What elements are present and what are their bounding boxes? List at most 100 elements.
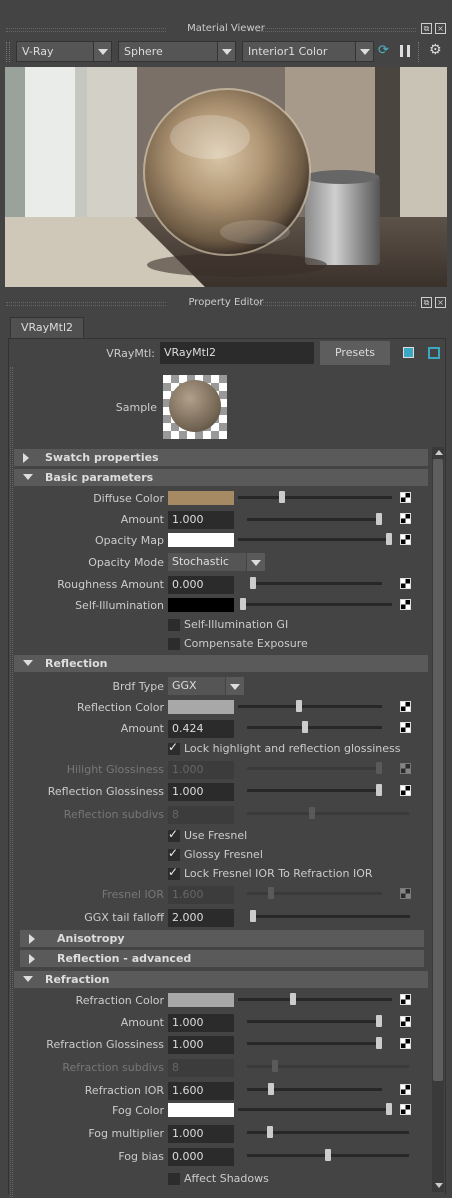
slider-thumb[interactable] bbox=[386, 1103, 392, 1115]
reflection-color-swatch[interactable] bbox=[168, 700, 234, 714]
diffuse-amount-slider-track[interactable] bbox=[247, 513, 382, 525]
slider-thumb[interactable] bbox=[376, 513, 382, 525]
slider-thumb[interactable] bbox=[386, 533, 392, 545]
diffuse-map-button[interactable] bbox=[400, 492, 411, 503]
pause-icon[interactable] bbox=[400, 45, 410, 57]
diffuse-amount-map-button[interactable] bbox=[400, 513, 411, 524]
reflection-amount-field[interactable]: 0.424 bbox=[168, 720, 234, 738]
section-anisotropy[interactable]: Anisotropy bbox=[20, 930, 424, 947]
refraction-ior-map-button[interactable] bbox=[400, 1084, 411, 1095]
slider-thumb[interactable] bbox=[267, 1083, 274, 1095]
opacity-map-button[interactable] bbox=[400, 534, 411, 545]
diffuse-color-slider-track[interactable] bbox=[238, 491, 392, 503]
fog-multiplier-field[interactable]: 1.000 bbox=[168, 1125, 234, 1143]
node-name-field[interactable]: VRayMtl2 bbox=[160, 342, 314, 364]
float-panel-icon[interactable]: ⧉ bbox=[421, 297, 432, 308]
refraction-ior-slider-track[interactable] bbox=[247, 1083, 382, 1095]
settings-gear-icon[interactable]: ⚙ bbox=[429, 42, 445, 58]
refraction-color-swatch[interactable] bbox=[168, 993, 234, 1007]
slider-thumb[interactable] bbox=[301, 721, 308, 733]
fog-bias-slider-track[interactable] bbox=[247, 1149, 409, 1161]
section-reflection[interactable]: Reflection bbox=[14, 655, 428, 672]
shape-dropdown[interactable]: Sphere bbox=[118, 41, 236, 62]
opacity-mode-dropdown[interactable]: Stochastic bbox=[168, 553, 265, 571]
refraction-ior-field[interactable]: 1.600 bbox=[168, 1082, 234, 1100]
opacity-map-swatch[interactable] bbox=[168, 533, 234, 547]
refraction-amount-map-button[interactable] bbox=[400, 1016, 411, 1027]
refraction-glossiness-map-button[interactable] bbox=[400, 1038, 411, 1049]
material-preview-viewport[interactable] bbox=[5, 67, 447, 287]
node-focus-icon[interactable] bbox=[403, 347, 414, 358]
reflection-color-slider-track[interactable] bbox=[238, 700, 382, 712]
refraction-color-map-button[interactable] bbox=[400, 994, 411, 1005]
ggx-tail-falloff-slider-track[interactable] bbox=[250, 910, 410, 922]
slider-thumb[interactable] bbox=[250, 910, 256, 922]
diffuse-amount-field[interactable]: 1.000 bbox=[168, 511, 234, 529]
slider-thumb[interactable] bbox=[289, 993, 296, 1005]
ggx-tail-falloff-field[interactable]: 2.000 bbox=[168, 909, 234, 927]
self-illumination-gi-checkbox[interactable] bbox=[168, 619, 180, 631]
refraction-glossiness-slider-track[interactable] bbox=[247, 1037, 382, 1049]
slider-thumb[interactable] bbox=[250, 577, 256, 589]
slider-thumb[interactable] bbox=[376, 784, 382, 796]
brdf-type-dropdown[interactable]: GGX bbox=[168, 677, 244, 695]
copy-tab-icon[interactable] bbox=[428, 347, 440, 359]
close-panel-icon[interactable]: × bbox=[435, 297, 446, 308]
refraction-subdivs-field: 8 bbox=[168, 1059, 234, 1077]
reflection-glossiness-slider-track[interactable] bbox=[247, 784, 382, 796]
refresh-icon[interactable]: ⟳ bbox=[378, 44, 392, 58]
slider-thumb[interactable] bbox=[240, 598, 246, 610]
node-type-label: VRayMtl: bbox=[106, 347, 155, 360]
scrollbar[interactable] bbox=[432, 447, 444, 1192]
use-fresnel-checkbox[interactable] bbox=[168, 827, 180, 842]
self-illumination-slider-track[interactable] bbox=[240, 598, 392, 610]
slider-thumb[interactable] bbox=[295, 700, 302, 712]
slider-thumb[interactable] bbox=[325, 1149, 331, 1161]
roughness-slider-track[interactable] bbox=[250, 577, 382, 589]
presets-button[interactable]: Presets bbox=[320, 341, 390, 365]
glossy-fresnel-checkbox[interactable] bbox=[168, 846, 180, 861]
fog-color-slider-track[interactable] bbox=[238, 1103, 392, 1115]
roughness-map-button[interactable] bbox=[400, 578, 411, 589]
diffuse-color-label: Diffuse Color bbox=[93, 492, 164, 505]
environment-dropdown[interactable]: Interior1 Color bbox=[242, 41, 374, 62]
section-refraction[interactable]: Refraction bbox=[14, 971, 428, 988]
lock-fresnel-ior-checkbox[interactable] bbox=[168, 865, 180, 880]
diffuse-color-swatch[interactable] bbox=[168, 491, 234, 505]
float-panel-icon[interactable]: ⧉ bbox=[421, 23, 432, 34]
roughness-field[interactable]: 0.000 bbox=[168, 576, 234, 594]
section-reflection-advanced[interactable]: Reflection - advanced bbox=[20, 950, 424, 967]
fog-color-map-button[interactable] bbox=[400, 1104, 411, 1115]
reflection-glossiness-map-button[interactable] bbox=[400, 785, 411, 796]
fog-bias-field[interactable]: 0.000 bbox=[168, 1148, 234, 1166]
editor-tab-bar: VRayMtl2 bbox=[8, 317, 446, 339]
reflection-amount-map-button[interactable] bbox=[400, 722, 411, 733]
affect-shadows-checkbox[interactable] bbox=[168, 1173, 180, 1185]
fog-color-swatch[interactable] bbox=[168, 1103, 234, 1117]
close-panel-icon[interactable]: × bbox=[435, 23, 446, 34]
refraction-amount-slider-track[interactable] bbox=[247, 1015, 382, 1027]
section-swatch-properties[interactable]: Swatch properties bbox=[14, 449, 428, 466]
lock-highlight-checkbox[interactable] bbox=[168, 740, 180, 755]
reflection-amount-slider-track[interactable] bbox=[247, 721, 382, 733]
reflection-glossiness-field[interactable]: 1.000 bbox=[168, 783, 234, 801]
opacity-map-slider-track[interactable] bbox=[238, 533, 392, 545]
renderer-dropdown[interactable]: V-Ray bbox=[16, 41, 112, 62]
tab-vraymtl2[interactable]: VRayMtl2 bbox=[10, 317, 84, 338]
slider-thumb[interactable] bbox=[267, 1126, 274, 1138]
slider-thumb[interactable] bbox=[376, 1037, 382, 1049]
reflection-color-map-button[interactable] bbox=[400, 701, 411, 712]
self-illumination-map-button[interactable] bbox=[400, 599, 411, 610]
fog-multiplier-slider-track[interactable] bbox=[247, 1126, 409, 1138]
scroll-up-icon[interactable] bbox=[435, 450, 443, 455]
refraction-color-slider-track[interactable] bbox=[238, 993, 392, 1005]
refraction-amount-field[interactable]: 1.000 bbox=[168, 1014, 234, 1032]
self-illumination-swatch[interactable] bbox=[168, 598, 234, 612]
slider-thumb[interactable] bbox=[279, 491, 286, 503]
compensate-exposure-checkbox[interactable] bbox=[168, 638, 180, 650]
slider-thumb[interactable] bbox=[376, 1015, 382, 1027]
section-basic-parameters[interactable]: Basic parameters bbox=[14, 469, 428, 486]
refraction-glossiness-field[interactable]: 1.000 bbox=[168, 1036, 234, 1054]
scroll-thumb[interactable] bbox=[433, 459, 443, 1081]
scroll-down-icon[interactable] bbox=[435, 1183, 443, 1188]
